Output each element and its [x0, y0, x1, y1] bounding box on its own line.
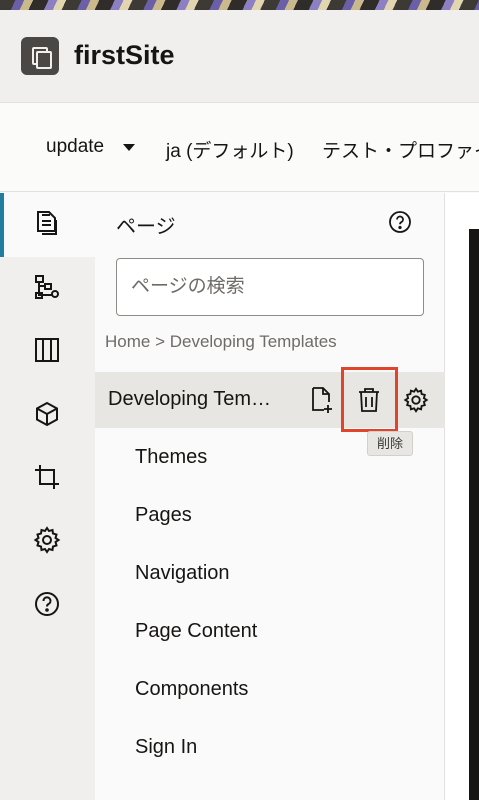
panel-title: ページ — [116, 216, 176, 238]
site-selector[interactable]: update — [46, 136, 104, 158]
components-icon[interactable] — [33, 400, 61, 428]
child-page-item[interactable]: Pages — [135, 504, 192, 527]
child-page-item[interactable]: Page Content — [135, 620, 257, 643]
child-page-item[interactable]: Navigation — [135, 562, 230, 585]
delete-tooltip: 削除 — [367, 431, 413, 456]
delete-icon[interactable] — [356, 386, 382, 414]
language-selector[interactable]: ja (デフォルト) — [166, 136, 294, 163]
child-page-item[interactable]: Sign In — [135, 736, 197, 759]
pages-icon[interactable] — [33, 209, 61, 237]
child-page-item[interactable]: Themes — [135, 446, 207, 469]
child-page-item[interactable]: Components — [135, 678, 248, 701]
breadcrumb[interactable]: Home > Developing Templates — [105, 332, 337, 352]
context-bar: update ja (デフォルト) テスト・プロファイ — [0, 104, 479, 192]
header-banner-strip — [0, 0, 479, 10]
chevron-down-icon[interactable] — [123, 144, 135, 151]
selected-page-label[interactable]: Developing Tem… — [108, 388, 271, 411]
settings-icon[interactable] — [33, 526, 61, 554]
rail-active-indicator — [0, 193, 4, 257]
add-page-icon[interactable] — [309, 386, 335, 414]
profile-selector[interactable]: テスト・プロファイ — [322, 136, 479, 163]
help-icon[interactable] — [388, 210, 412, 234]
site-logo-icon[interactable] — [21, 37, 59, 75]
layouts-icon[interactable] — [33, 336, 61, 364]
page-search-input[interactable] — [116, 258, 424, 316]
crop-icon[interactable] — [33, 463, 61, 491]
settings-icon[interactable] — [403, 386, 429, 414]
app-header: firstSite — [0, 10, 479, 103]
canvas-area — [445, 193, 479, 800]
help-icon[interactable] — [33, 590, 61, 618]
structure-icon[interactable] — [33, 273, 61, 301]
site-title: firstSite — [74, 40, 175, 70]
